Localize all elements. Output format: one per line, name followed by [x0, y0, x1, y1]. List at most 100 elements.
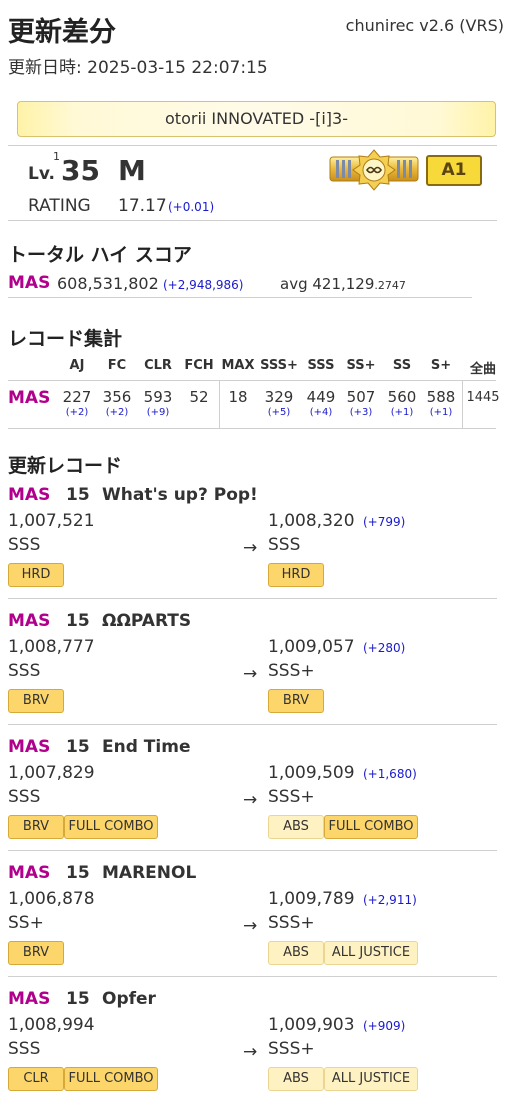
- old-rank: SS+: [8, 913, 44, 933]
- stats-col-delta: (+1): [429, 407, 453, 418]
- old-rank: SSS: [8, 787, 41, 807]
- lamp-badge: FULL COMBO: [64, 1067, 158, 1091]
- lamp-badge: ABS: [268, 1067, 324, 1091]
- player-name: otorii INNOVATED -[i]3-: [165, 109, 348, 128]
- nameplate: otorii INNOVATED -[i]3-: [17, 101, 496, 137]
- stats-divider: [219, 380, 220, 428]
- stats-top-rule: [8, 380, 496, 381]
- class-emblem-icon: [328, 149, 420, 191]
- rating-label: RATING: [28, 196, 91, 216]
- old-score: 1,008,994: [8, 1015, 95, 1035]
- updated-datetime: 更新日時: 2025-03-15 22:07:15: [8, 58, 268, 78]
- lamp-badge: ABS: [268, 815, 324, 839]
- record-stats-heading: レコード集計: [8, 328, 123, 350]
- score-delta: (+280): [363, 641, 406, 655]
- lamp-badge: ALL JUSTICE: [324, 1067, 418, 1091]
- record-level: 15: [66, 737, 90, 757]
- stats-col-header: S+: [430, 358, 452, 373]
- updated-records-heading: 更新レコード: [8, 455, 123, 477]
- stats-col-value: 227: [62, 388, 92, 406]
- rating-value: 17.17: [118, 196, 167, 216]
- record-divider: [8, 976, 497, 977]
- stats-col-header: AJ: [69, 358, 85, 373]
- old-rank: SSS: [8, 661, 41, 681]
- total-score-delta: (+2,948,986): [163, 278, 244, 292]
- record-difficulty: MAS: [8, 611, 51, 631]
- total-score-value: 608,531,802: [57, 274, 159, 293]
- total-score-heading: トータル ハイ スコア: [8, 244, 192, 266]
- app-version: chunirec v2.6 (VRS): [345, 16, 504, 35]
- new-rank: SSS+: [268, 661, 315, 681]
- record-song-title: End Time: [102, 737, 191, 757]
- stats-divider: [462, 380, 463, 428]
- rating-delta: (+0.01): [168, 200, 215, 214]
- stats-col-value: 18: [228, 388, 248, 406]
- page-title: 更新差分: [8, 17, 116, 48]
- stats-col-header: SSS+: [260, 358, 298, 373]
- score-arrow: →: [243, 1042, 258, 1062]
- stats-col-value: 1445: [466, 390, 500, 405]
- stats-bottom-rule: [8, 428, 496, 429]
- old-score: 1,007,521: [8, 511, 95, 531]
- stats-col-header: SSS: [307, 358, 335, 373]
- record-level: 15: [66, 611, 90, 631]
- score-delta: (+2,911): [363, 893, 417, 907]
- level-superscript: 1: [53, 150, 60, 163]
- lamp-badge: CLR: [8, 1067, 64, 1091]
- average-score-decimal: .2747: [374, 279, 406, 292]
- average-score: avg 421,129.2747: [280, 275, 406, 293]
- record-difficulty: MAS: [8, 863, 51, 883]
- stats-col-delta: (+2): [65, 407, 89, 418]
- stats-col-value: 356: [102, 388, 132, 406]
- lamp-badge: HRD: [8, 563, 64, 587]
- stats-col-value: 588: [426, 388, 456, 406]
- average-score-main: avg 421,129: [280, 275, 375, 293]
- record-difficulty: MAS: [8, 989, 51, 1009]
- stats-col-delta: (+5): [267, 407, 291, 418]
- stats-col-value: 52: [189, 388, 209, 406]
- old-score: 1,006,878: [8, 889, 95, 909]
- stats-col-value: 507: [346, 388, 376, 406]
- record-stats-difficulty: MAS: [8, 388, 51, 408]
- new-score: 1,009,903: [268, 1015, 355, 1035]
- record-divider: [8, 598, 497, 599]
- stats-col-header: SS+: [346, 358, 376, 373]
- old-rank: SSS: [8, 535, 41, 555]
- new-score: 1,009,057: [268, 637, 355, 657]
- lamp-badge: HRD: [268, 563, 324, 587]
- lamp-badge: ALL JUSTICE: [324, 941, 418, 965]
- class-badge: A1: [426, 155, 482, 186]
- score-delta: (+909): [363, 1019, 406, 1033]
- new-score: 1,008,320: [268, 511, 355, 531]
- difficulty-label: MAS: [8, 273, 51, 293]
- score-delta: (+799): [363, 515, 406, 529]
- player-user-name: M: [118, 154, 146, 187]
- stats-col-delta: (+1): [390, 407, 414, 418]
- level-prefix: Lv.: [28, 164, 55, 184]
- stats-col-delta: (+9): [146, 407, 170, 418]
- score-arrow: →: [243, 664, 258, 684]
- new-rank: SSS+: [268, 1039, 315, 1059]
- stats-col-value: 449: [306, 388, 336, 406]
- stats-col-delta: (+3): [349, 407, 373, 418]
- score-arrow: →: [243, 916, 258, 936]
- lamp-badge: ABS: [268, 941, 324, 965]
- new-rank: SSS+: [268, 787, 315, 807]
- record-difficulty: MAS: [8, 485, 51, 505]
- stats-col-header: SS: [392, 358, 412, 373]
- new-score: 1,009,789: [268, 889, 355, 909]
- record-song-title: Opfer: [102, 989, 156, 1009]
- new-score: 1,009,509: [268, 763, 355, 783]
- record-song-title: MARENOL: [102, 863, 197, 883]
- lamp-badge: BRV: [8, 815, 64, 839]
- old-score: 1,007,829: [8, 763, 95, 783]
- record-song-title: ΩΩPARTS: [102, 611, 192, 631]
- score-delta: (+1,680): [363, 767, 417, 781]
- lamp-badge: FULL COMBO: [324, 815, 418, 839]
- stats-col-delta: (+2): [105, 407, 129, 418]
- record-divider: [8, 724, 497, 725]
- record-song-title: What's up? Pop!: [102, 485, 258, 505]
- lamp-badge: BRV: [8, 689, 64, 713]
- score-arrow: →: [243, 790, 258, 810]
- lamp-badge: FULL COMBO: [64, 815, 158, 839]
